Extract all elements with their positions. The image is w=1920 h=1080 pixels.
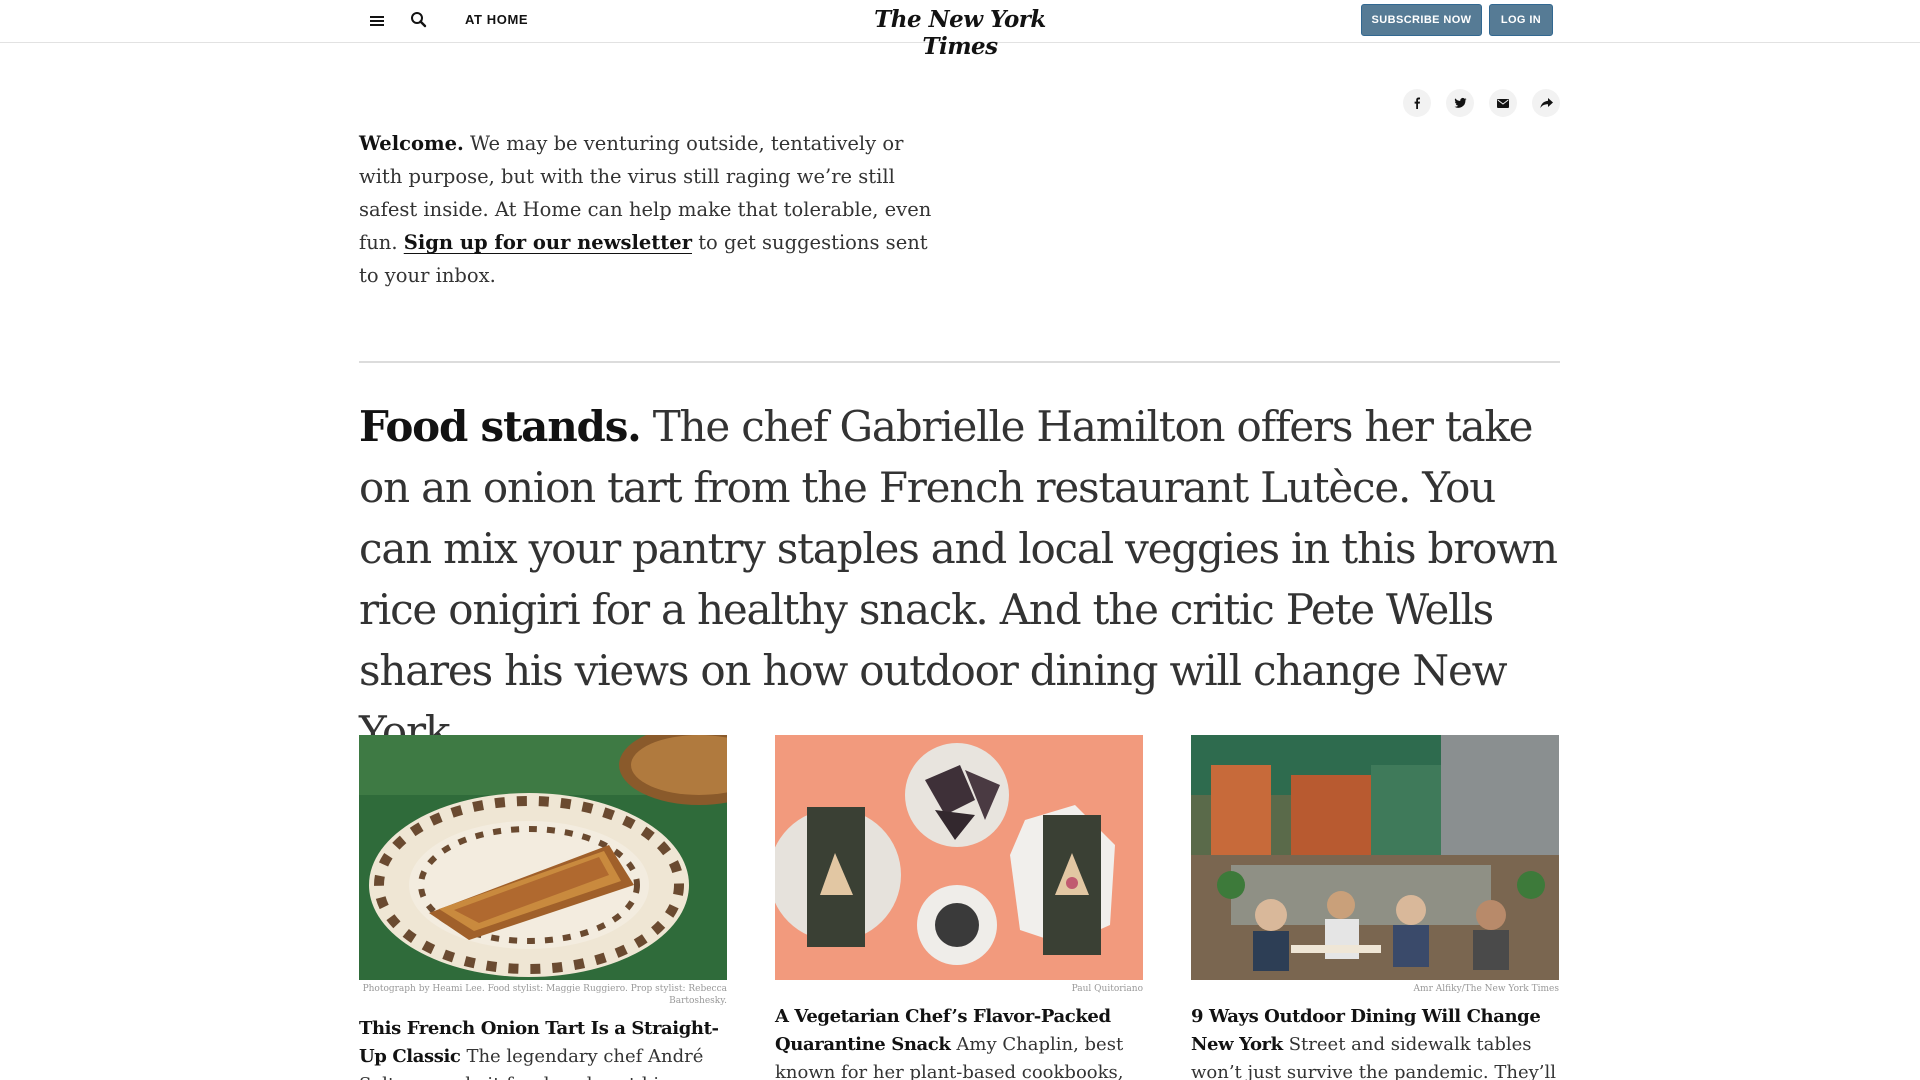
lede-lead: Food stands. <box>359 402 642 451</box>
article-card-outdoor-dining[interactable]: Amr Alfiky/The New York Times 9 Ways Out… <box>1191 735 1559 1080</box>
photo-credit: Photograph by Heami Lee. Food stylist: M… <box>362 984 727 1006</box>
login-button[interactable]: LOG IN <box>1489 4 1553 36</box>
section-link-at-home[interactable]: AT HOME <box>465 12 528 27</box>
welcome-lead: Welcome. <box>359 132 464 155</box>
card-text: This French Onion Tart Is a Straight-Up … <box>359 1015 727 1080</box>
share-icon[interactable] <box>1532 89 1560 117</box>
section-divider <box>359 361 1560 363</box>
photo-credit: Amr Alfiky/The New York Times <box>1413 984 1559 994</box>
outdoor-dining-photo[interactable] <box>1191 735 1559 980</box>
card-text: A Vegetarian Chef’s Flavor-Packed Quaran… <box>775 1003 1143 1080</box>
onigiri-photo[interactable] <box>775 735 1143 980</box>
card-text: 9 Ways Outdoor Dining Will Change New Yo… <box>1191 1003 1559 1080</box>
food-stands-paragraph: Food stands. The chef Gabrielle Hamilton… <box>359 396 1559 762</box>
nyt-logo[interactable]: The New York Times <box>860 6 1060 60</box>
newsletter-signup-link[interactable]: Sign up for our newsletter <box>404 231 692 254</box>
top-bar: AT HOME The New York Times SUBSCRIBE NOW… <box>0 0 1920 60</box>
search-icon[interactable] <box>408 9 430 31</box>
article-card-onigiri[interactable]: Paul Quitoriano A Vegetarian Chef’s Flav… <box>775 735 1143 1080</box>
twitter-icon[interactable] <box>1446 89 1474 117</box>
lede-body: The chef Gabrielle Hamilton offers her t… <box>359 402 1558 756</box>
menu-icon[interactable] <box>366 10 388 32</box>
article-card-onion-tart[interactable]: Photograph by Heami Lee. Food stylist: M… <box>359 735 727 1080</box>
welcome-paragraph: Welcome. We may be venturing outside, te… <box>359 127 939 292</box>
subscribe-button[interactable]: SUBSCRIBE NOW <box>1361 4 1482 36</box>
photo-credit: Paul Quitoriano <box>1071 984 1143 994</box>
facebook-icon[interactable] <box>1403 89 1431 117</box>
onion-tart-photo[interactable] <box>359 735 727 980</box>
email-icon[interactable] <box>1489 89 1517 117</box>
